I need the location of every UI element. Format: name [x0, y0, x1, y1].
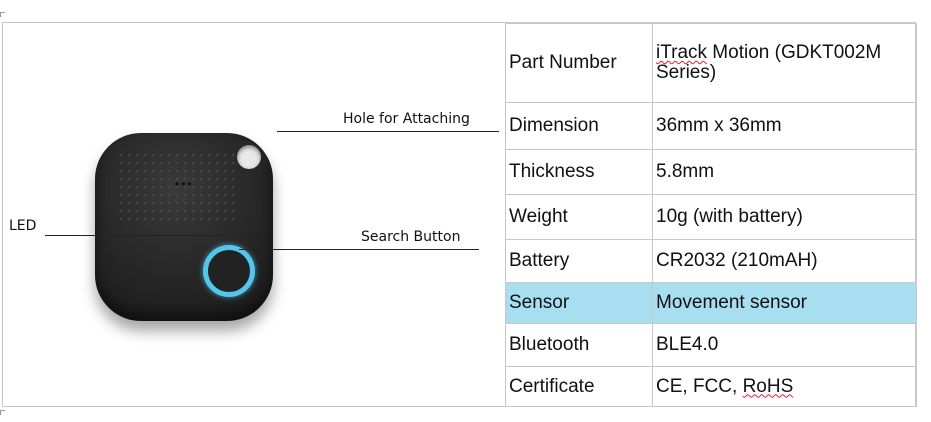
- led-callout-line: [45, 235, 225, 236]
- spec-row-bluetooth: Bluetooth BLE4.0: [505, 323, 917, 367]
- attach-hole: [237, 145, 261, 169]
- tracker-device-image: •••: [95, 133, 273, 321]
- search-callout-label: Search Button: [361, 229, 461, 245]
- spec-key: Sensor: [505, 282, 653, 324]
- spec-value: 10g (with battery): [652, 194, 917, 240]
- spec-key: Battery: [505, 239, 653, 283]
- spec-value: BLE4.0: [652, 323, 917, 367]
- spec-value: CE, FCC, RoHS: [652, 366, 917, 407]
- led-callout-label: LED: [9, 218, 37, 234]
- search-button-ring: [203, 245, 255, 297]
- spec-value: Movement sensor: [652, 282, 917, 324]
- spec-row-sensor: Sensor Movement sensor: [505, 282, 917, 324]
- spec-row-weight: Weight 10g (with battery): [505, 194, 917, 240]
- spec-key: Bluetooth: [505, 323, 653, 367]
- spec-key: Certificate: [505, 366, 653, 407]
- spec-key: Thickness: [505, 149, 653, 195]
- spec-value-part: RoHS: [742, 375, 794, 397]
- spec-key: Part Number: [505, 23, 653, 103]
- spec-value: CR2032 (210mAH): [652, 239, 917, 283]
- crop-mark: [0, 410, 5, 415]
- spec-value: 36mm x 36mm: [652, 102, 917, 150]
- spec-value: iTrack Motion (GDKT002M Series): [652, 23, 917, 103]
- spec-value: 5.8mm: [652, 149, 917, 195]
- indicator-dots: •••: [175, 177, 194, 191]
- spec-row-thickness: Thickness 5.8mm: [505, 149, 917, 195]
- spec-row-certificate: Certificate CE, FCC, RoHS: [505, 366, 917, 407]
- spec-key: Dimension: [505, 102, 653, 150]
- crop-mark: [0, 12, 5, 17]
- spec-row-part-number: Part Number iTrack Motion (GDKT002M Seri…: [505, 23, 917, 103]
- spec-value-part: CE, FCC,: [656, 375, 743, 397]
- hole-callout-label: Hole for Attaching: [343, 111, 470, 127]
- spec-row-battery: Battery CR2032 (210mAH): [505, 239, 917, 283]
- spec-sheet: ••• Hole for Attaching LED Search Button…: [2, 22, 917, 407]
- spec-table: Part Number iTrack Motion (GDKT002M Seri…: [505, 23, 917, 407]
- spec-row-dimension: Dimension 36mm x 36mm: [505, 102, 917, 150]
- hole-callout-line: [277, 131, 499, 132]
- spec-value-part: iTrack: [656, 42, 708, 63]
- spec-key: Weight: [505, 194, 653, 240]
- search-callout-line: [239, 249, 479, 250]
- device-figure: ••• Hole for Attaching LED Search Button: [3, 23, 506, 406]
